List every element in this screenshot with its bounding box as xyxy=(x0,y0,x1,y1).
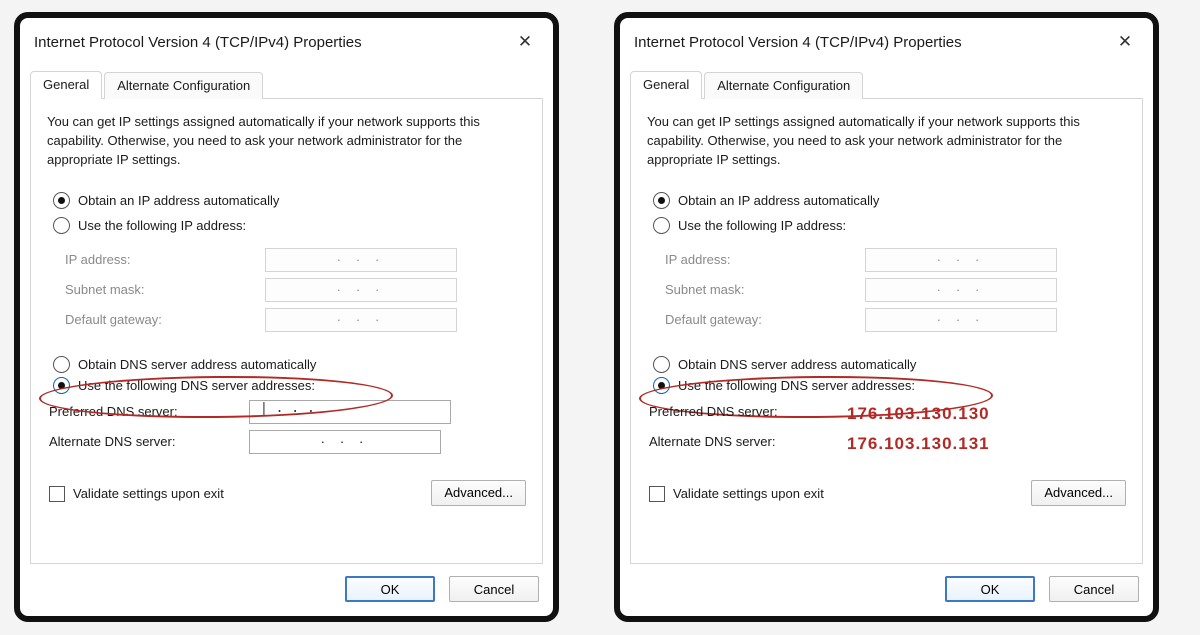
radio-icon xyxy=(653,377,670,394)
cancel-button[interactable]: Cancel xyxy=(449,576,539,602)
preferred-dns-label: Preferred DNS server: xyxy=(649,404,849,419)
radio-label: Obtain DNS server address automatically xyxy=(678,357,916,372)
field-ip-address: IP address: . . . xyxy=(665,248,1126,272)
field-default-gateway: Default gateway: . . . xyxy=(665,308,1126,332)
tab-alternate-configuration[interactable]: Alternate Configuration xyxy=(704,72,863,99)
field-subnet-mask: Subnet mask: . . . xyxy=(665,278,1126,302)
default-gateway-input[interactable]: . . . xyxy=(265,308,457,332)
window-title: Internet Protocol Version 4 (TCP/IPv4) P… xyxy=(634,34,1111,51)
field-preferred-dns: Preferred DNS server: xyxy=(649,400,1126,424)
radio-icon xyxy=(53,377,70,394)
field-alternate-dns: Alternate DNS server: xyxy=(649,430,1126,454)
ip-address-label: IP address: xyxy=(665,252,865,267)
field-default-gateway: Default gateway: . . . xyxy=(65,308,526,332)
subnet-mask-label: Subnet mask: xyxy=(65,282,265,297)
dialog-footer: OK Cancel xyxy=(20,564,553,616)
radio-icon xyxy=(653,217,670,234)
radio-label: Use the following DNS server addresses: xyxy=(678,378,915,393)
radio-label: Obtain DNS server address automatically xyxy=(78,357,316,372)
close-icon[interactable]: ✕ xyxy=(511,28,539,56)
alternate-dns-label: Alternate DNS server: xyxy=(649,434,849,449)
radio-obtain-dns-auto[interactable]: Obtain DNS server address automatically xyxy=(653,356,1126,373)
radio-icon xyxy=(53,356,70,373)
default-gateway-input[interactable]: . . . xyxy=(865,308,1057,332)
ipv4-properties-dialog-right: Internet Protocol Version 4 (TCP/IPv4) P… xyxy=(614,12,1159,622)
default-gateway-label: Default gateway: xyxy=(65,312,265,327)
radio-icon xyxy=(653,356,670,373)
dialog-footer: OK Cancel xyxy=(620,564,1153,616)
tabstrip: General Alternate Configuration xyxy=(30,68,543,99)
field-subnet-mask: Subnet mask: . . . xyxy=(65,278,526,302)
tab-content-general: You can get IP settings assigned automat… xyxy=(630,99,1143,564)
tabstrip: General Alternate Configuration xyxy=(630,68,1143,99)
advanced-button[interactable]: Advanced... xyxy=(431,480,526,506)
preferred-dns-input[interactable]: | . . . xyxy=(249,400,451,424)
subnet-mask-input[interactable]: . . . xyxy=(265,278,457,302)
field-ip-address: IP address: . . . xyxy=(65,248,526,272)
subnet-mask-label: Subnet mask: xyxy=(665,282,865,297)
ip-address-label: IP address: xyxy=(65,252,265,267)
radio-label: Obtain an IP address automatically xyxy=(78,193,279,208)
preferred-dns-label: Preferred DNS server: xyxy=(49,404,249,419)
ip-address-input[interactable]: . . . xyxy=(265,248,457,272)
titlebar: Internet Protocol Version 4 (TCP/IPv4) P… xyxy=(20,18,553,62)
tab-content-general: You can get IP settings assigned automat… xyxy=(30,99,543,564)
advanced-button[interactable]: Advanced... xyxy=(1031,480,1126,506)
radio-obtain-ip-auto[interactable]: Obtain an IP address automatically xyxy=(653,192,1126,209)
tab-alternate-configuration[interactable]: Alternate Configuration xyxy=(104,72,263,99)
default-gateway-label: Default gateway: xyxy=(665,312,865,327)
alternate-dns-input[interactable]: . . . xyxy=(249,430,441,454)
radio-obtain-ip-auto[interactable]: Obtain an IP address automatically xyxy=(53,192,526,209)
intro-text: You can get IP settings assigned automat… xyxy=(47,113,526,170)
tab-general[interactable]: General xyxy=(630,71,702,99)
tab-general[interactable]: General xyxy=(30,71,102,99)
field-preferred-dns: Preferred DNS server: | . . . xyxy=(49,400,526,424)
dns-section: Obtain DNS server address automatically … xyxy=(647,352,1126,468)
ipv4-properties-dialog-left: Internet Protocol Version 4 (TCP/IPv4) P… xyxy=(14,12,559,622)
close-icon[interactable]: ✕ xyxy=(1111,28,1139,56)
subnet-mask-input[interactable]: . . . xyxy=(865,278,1057,302)
radio-obtain-dns-auto[interactable]: Obtain DNS server address automatically xyxy=(53,356,526,373)
alternate-dns-label: Alternate DNS server: xyxy=(49,434,249,449)
radio-use-following-dns[interactable]: Use the following DNS server addresses: xyxy=(53,377,526,394)
radio-label: Obtain an IP address automatically xyxy=(678,193,879,208)
ip-address-input[interactable]: . . . xyxy=(865,248,1057,272)
dns-section: Obtain DNS server address automatically … xyxy=(47,352,526,468)
titlebar: Internet Protocol Version 4 (TCP/IPv4) P… xyxy=(620,18,1153,62)
cancel-button[interactable]: Cancel xyxy=(1049,576,1139,602)
radio-icon xyxy=(653,192,670,209)
intro-text: You can get IP settings assigned automat… xyxy=(647,113,1126,170)
ok-button[interactable]: OK xyxy=(345,576,435,602)
radio-label: Use the following IP address: xyxy=(678,218,846,233)
ip-fields-block: IP address: . . . Subnet mask: . . . Def… xyxy=(665,242,1126,338)
radio-icon xyxy=(53,217,70,234)
radio-label: Use the following IP address: xyxy=(78,218,246,233)
window-title: Internet Protocol Version 4 (TCP/IPv4) P… xyxy=(34,34,511,51)
radio-use-following-ip[interactable]: Use the following IP address: xyxy=(653,217,1126,234)
radio-label: Use the following DNS server addresses: xyxy=(78,378,315,393)
radio-icon xyxy=(53,192,70,209)
radio-use-following-dns[interactable]: Use the following DNS server addresses: xyxy=(653,377,1126,394)
field-alternate-dns: Alternate DNS server: . . . xyxy=(49,430,526,454)
radio-use-following-ip[interactable]: Use the following IP address: xyxy=(53,217,526,234)
ip-fields-block: IP address: . . . Subnet mask: . . . Def… xyxy=(65,242,526,338)
ok-button[interactable]: OK xyxy=(945,576,1035,602)
